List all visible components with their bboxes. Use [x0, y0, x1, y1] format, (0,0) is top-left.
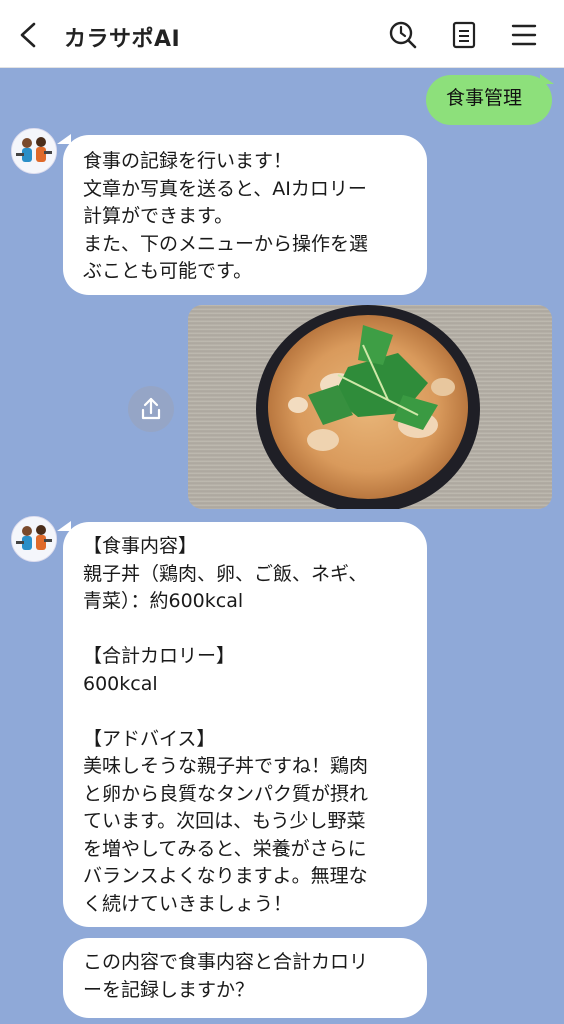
bot-message-bubble: この内容で食事内容と合計カロリ ーを記録しますか？ [63, 938, 427, 1018]
bubble-tail [540, 74, 554, 84]
search-history-icon[interactable] [388, 20, 418, 50]
chevron-left-icon[interactable] [14, 20, 44, 50]
meal-photo[interactable] [188, 305, 552, 509]
avatar-image [12, 517, 56, 561]
share-icon [141, 397, 161, 420]
user-message-bubble: 食事管理 [426, 75, 552, 125]
oyakodon-image [256, 305, 480, 509]
bot-avatar[interactable] [11, 128, 57, 174]
bot-message-bubble: 食事の記録を行います！ 文章か写真を送ると、AIカロリー 計算ができます。 また… [63, 135, 427, 295]
chat-area[interactable]: 食事管理 食事の記録を行います！ 文章か写真を送ると、AIカロリー 計算ができま… [0, 68, 564, 1024]
hamburger-menu-icon[interactable] [509, 20, 539, 50]
share-button[interactable] [128, 386, 174, 432]
bot-avatar[interactable] [11, 516, 57, 562]
chat-title: カラサポAI [64, 27, 181, 52]
chat-header: カラサポAI [0, 0, 564, 68]
notes-icon[interactable] [449, 20, 479, 50]
avatar-image [12, 129, 56, 173]
bot-message-bubble: 【食事内容】 親子丼（鶏肉、卵、ご飯、ネギ、 青菜）：約600kcal 【合計カ… [63, 522, 427, 927]
